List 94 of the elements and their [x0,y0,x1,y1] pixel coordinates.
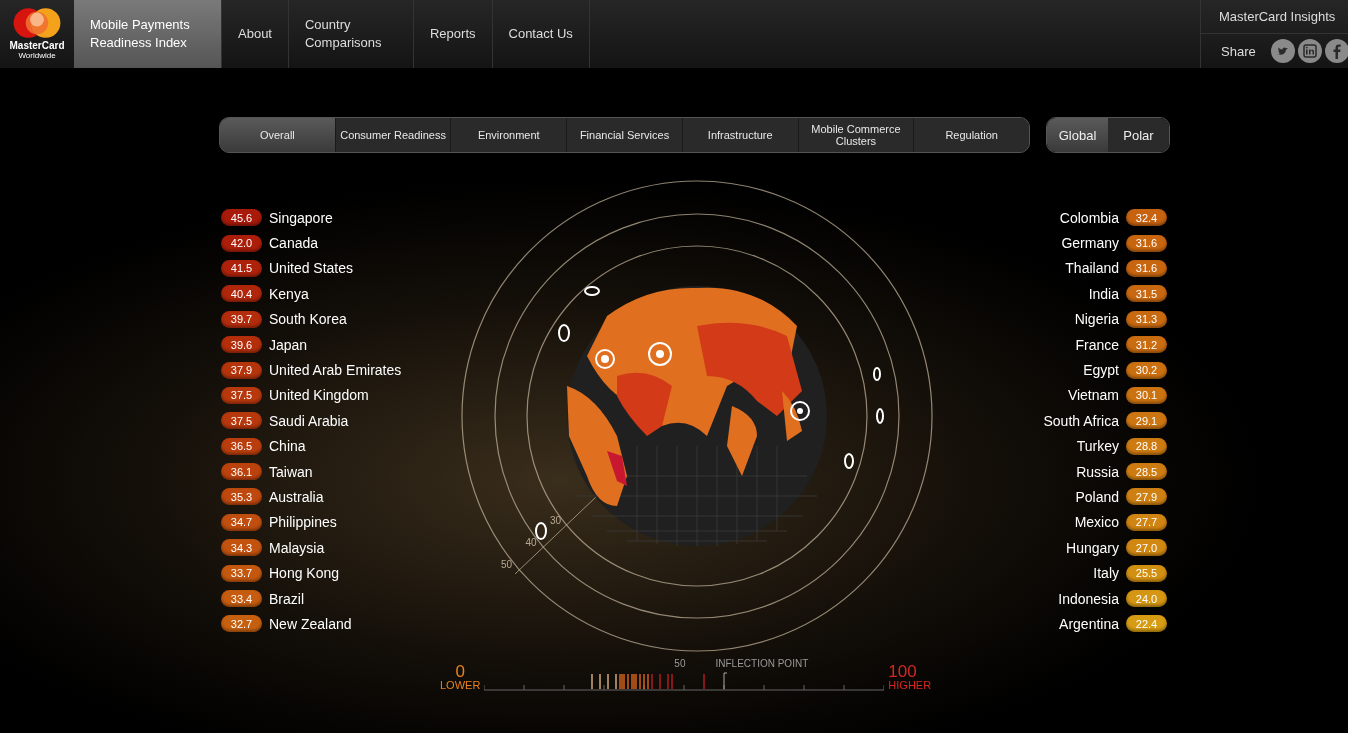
country-name[interactable]: Canada [269,235,319,252]
in-letters-icon[interactable] [1297,39,1322,63]
logo-subtext: Worldwide [18,51,56,60]
country-name[interactable]: Japan [269,336,308,353]
bird-icon[interactable] [1270,39,1295,63]
country-name[interactable]: United Arab Emirates [269,362,402,379]
country-name[interactable]: Australia [269,489,324,505]
country-name[interactable]: Germany [1061,235,1119,252]
score-badge: 40.4 [221,285,262,303]
country-name[interactable]: Malaysia [269,539,325,556]
country-name[interactable]: Colombia [1059,209,1119,226]
score-badge: 34.7 [221,513,262,531]
country-name[interactable]: Indonesia [1058,590,1119,607]
score-badge: 42.0 [221,234,262,252]
score-badge: 35.3 [221,488,262,506]
nav-link[interactable]: Country Comparisons [289,0,414,68]
country-name[interactable]: Turkey [1076,438,1119,455]
country-name[interactable]: Kenya [269,285,309,302]
country-name[interactable]: Hong Kong [269,565,340,582]
score-badge: 31.5 [1126,285,1167,303]
score-badge: 28.5 [1126,463,1167,481]
score-badge: 32.7 [221,615,262,633]
country-name[interactable]: Thailand [1065,260,1119,277]
score-badge: 37.5 [221,386,262,404]
country-name[interactable]: United States [269,260,354,277]
nav-link[interactable]: Reports [414,0,493,68]
score-badge: 30.2 [1126,361,1167,379]
overlapping-circles-icon [11,6,63,40]
country-name[interactable]: China [269,438,306,455]
country-name[interactable]: South Korea [269,311,347,328]
country-name[interactable]: Hungary [1066,539,1119,556]
f-letter-icon[interactable] [1324,39,1348,63]
logo-text: MasterCard [9,40,65,51]
country-name[interactable]: Taiwan [269,463,313,480]
scale-min: 0 [455,663,465,680]
score-badge: 27.9 [1126,488,1167,506]
country-name[interactable]: Egypt [1083,362,1119,379]
country-name[interactable]: Russia [1076,463,1119,480]
score-badge: 41.5 [221,259,262,277]
score-badge: 33.4 [221,590,262,608]
country-name[interactable]: Saudi Arabia [269,412,349,429]
mastercard-logo[interactable]: MasterCard Worldwide [0,0,74,68]
score-badge: 31.2 [1126,336,1167,354]
country-name[interactable]: Vietnam [1067,387,1119,404]
country-name[interactable]: Italy [1093,565,1119,582]
country-name[interactable]: United Kingdom [269,387,369,404]
score-badge: 34.3 [221,539,262,557]
nav-link[interactable]: Contact Us [492,0,590,68]
view-tab[interactable]: Polar [1108,118,1169,152]
scale-max-label: HIGHER [888,680,932,691]
share-label: Share [1221,43,1256,59]
score-badge: 37.9 [221,361,262,379]
country-name[interactable]: Singapore [269,209,333,226]
scale-max: 100 [888,663,918,680]
country-name[interactable]: Mexico [1074,514,1119,531]
score-badge: 30.1 [1126,386,1167,404]
score-badge: 27.7 [1126,513,1167,531]
score-badge: 39.6 [221,336,262,354]
country-name[interactable]: South Africa [1043,412,1119,429]
category-tab[interactable]: Overall [220,118,336,152]
score-badge: 36.5 [221,437,262,455]
scale-mid-value: 50 [674,658,686,671]
nav-link[interactable]: About [222,0,289,68]
score-badge: 25.5 [1126,564,1167,582]
country-name[interactable]: Poland [1075,489,1119,505]
score-badge: 29.1 [1126,412,1167,430]
score-badge: 32.4 [1126,209,1167,227]
country-name[interactable]: Brazil [269,590,304,607]
scale-min-label: LOWER [440,680,481,691]
score-badge: 27.0 [1126,539,1167,557]
ring-label: 40 [525,537,537,548]
insights-link[interactable]: MasterCard Insights [1201,0,1348,34]
ring-label: 30 [549,515,561,526]
inflection-label: INFLECTION POINT [715,658,809,671]
score-badge: 24.0 [1126,590,1167,608]
country-name[interactable]: Argentina [1059,615,1119,632]
country-name[interactable]: India [1088,285,1119,302]
score-badge: 28.8 [1126,437,1167,455]
score-badge: 31.6 [1126,234,1167,252]
score-badge: 31.6 [1126,259,1167,277]
country-name[interactable]: Philippines [269,514,337,531]
ring-label: 50 [500,559,512,570]
score-badge: 39.7 [221,310,262,328]
view-tab[interactable]: Global [1047,118,1108,152]
score-badge: 22.4 [1126,615,1167,633]
score-badge: 36.1 [221,463,262,481]
country-name[interactable]: France [1075,336,1119,353]
score-badge: 31.3 [1126,310,1167,328]
country-name[interactable]: New Zealand [269,615,352,632]
score-badge: 33.7 [221,564,262,582]
score-badge: 37.5 [221,412,262,430]
nav-link[interactable]: Mobile Payments Readiness Index [74,0,222,68]
country-name[interactable]: Nigeria [1074,311,1119,328]
score-badge: 45.6 [221,209,262,227]
